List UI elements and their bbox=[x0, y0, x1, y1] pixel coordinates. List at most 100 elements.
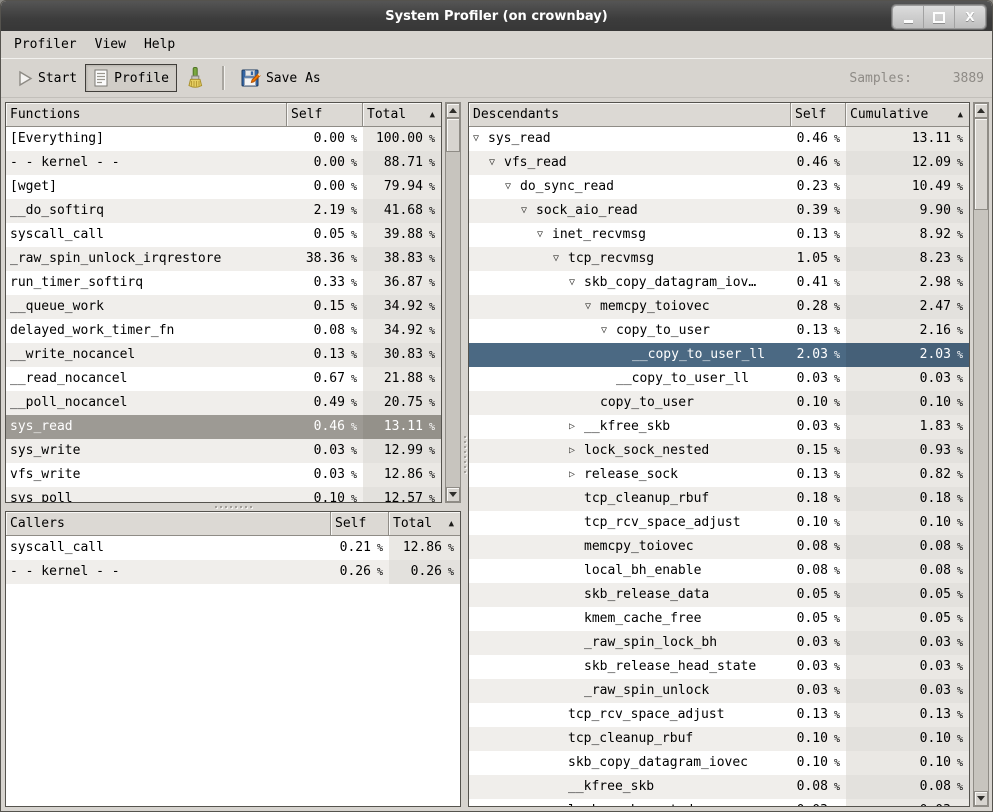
table-row[interactable]: vfs_write0.03 %12.86 % bbox=[6, 463, 441, 487]
table-row[interactable]: - - kernel - -0.26 %0.26 % bbox=[6, 560, 460, 584]
expander-open-icon[interactable]: ▽ bbox=[569, 271, 584, 295]
expander-open-icon[interactable]: ▽ bbox=[505, 175, 520, 199]
tree-row[interactable]: ▷lock_sock_nested0.15 %0.93 % bbox=[469, 439, 969, 463]
table-row[interactable]: syscall_call0.05 %39.88 % bbox=[6, 223, 441, 247]
table-row[interactable]: [wget]0.00 %79.94 % bbox=[6, 175, 441, 199]
profile-button[interactable]: Profile bbox=[85, 64, 177, 92]
menu-help[interactable]: Help bbox=[135, 34, 184, 55]
tree-row[interactable]: _raw_spin_lock_bh0.03 %0.03 % bbox=[469, 631, 969, 655]
total-percent-cell: 21.88 % bbox=[363, 367, 441, 391]
tree-row[interactable]: skb_release_head_state0.03 %0.03 % bbox=[469, 655, 969, 679]
scrollbar-thumb[interactable] bbox=[974, 118, 988, 210]
table-row[interactable]: sys_read0.46 %13.11 % bbox=[6, 415, 441, 439]
table-row[interactable]: - - kernel - -0.00 %88.71 % bbox=[6, 151, 441, 175]
expander-closed-icon[interactable]: ▷ bbox=[569, 463, 584, 487]
function-name-cell: ▷lock_sock_nested bbox=[469, 799, 791, 806]
maximize-button[interactable] bbox=[923, 6, 954, 28]
tree-row[interactable]: tcp_rcv_space_adjust0.13 %0.13 % bbox=[469, 703, 969, 727]
column-header-total[interactable]: Total▲ bbox=[363, 103, 441, 127]
tree-indent bbox=[473, 187, 505, 188]
tree-row[interactable]: __kfree_skb0.08 %0.08 % bbox=[469, 775, 969, 799]
percent-sign: % bbox=[423, 302, 435, 313]
column-header-descendants[interactable]: Descendants bbox=[469, 103, 791, 127]
start-button[interactable]: Start bbox=[9, 65, 85, 92]
tree-row[interactable]: ▽tcp_recvmsg1.05 %8.23 % bbox=[469, 247, 969, 271]
scroll-down-button[interactable] bbox=[974, 791, 988, 806]
expander-open-icon[interactable]: ▽ bbox=[489, 151, 504, 175]
self-percent-cell: 0.03 % bbox=[791, 679, 846, 703]
expander-open-icon[interactable]: ▽ bbox=[473, 127, 488, 151]
reset-button[interactable] bbox=[177, 62, 213, 94]
scroll-up-button[interactable] bbox=[974, 103, 988, 118]
tree-row[interactable]: __copy_to_user_ll0.03 %0.03 % bbox=[469, 367, 969, 391]
minimize-button[interactable] bbox=[893, 6, 923, 28]
tree-row[interactable]: ▷__kfree_skb0.03 %1.83 % bbox=[469, 415, 969, 439]
column-header-callers[interactable]: Callers bbox=[6, 512, 331, 536]
tree-row[interactable]: ▽do_sync_read0.23 %10.49 % bbox=[469, 175, 969, 199]
tree-row[interactable]: ▽memcpy_toiovec0.28 %2.47 % bbox=[469, 295, 969, 319]
function-name-cell: tcp_rcv_space_adjust bbox=[469, 511, 791, 535]
scrollbar-track[interactable] bbox=[974, 118, 988, 791]
table-row[interactable]: __do_softirq2.19 %41.68 % bbox=[6, 199, 441, 223]
table-row[interactable]: __read_nocancel0.67 %21.88 % bbox=[6, 367, 441, 391]
tree-row[interactable]: ▽sock_aio_read0.39 %9.90 % bbox=[469, 199, 969, 223]
column-header-total[interactable]: Total▲ bbox=[389, 512, 460, 536]
column-header-cumulative[interactable]: Cumulative▲ bbox=[846, 103, 969, 127]
tree-row[interactable]: ▷release_sock0.13 %0.82 % bbox=[469, 463, 969, 487]
table-row[interactable]: __poll_nocancel0.49 %20.75 % bbox=[6, 391, 441, 415]
column-header-self[interactable]: Self bbox=[331, 512, 389, 536]
menu-view[interactable]: View bbox=[86, 34, 135, 55]
expander-open-icon[interactable]: ▽ bbox=[585, 295, 600, 319]
tree-row[interactable]: ▽skb_copy_datagram_iov…0.41 %2.98 % bbox=[469, 271, 969, 295]
scroll-down-button[interactable] bbox=[446, 487, 460, 502]
close-button[interactable]: X bbox=[954, 6, 985, 28]
tree-row[interactable]: ▽copy_to_user0.13 %2.16 % bbox=[469, 319, 969, 343]
table-row[interactable]: sys_poll0.10 %12.57 % bbox=[6, 487, 441, 502]
expander-closed-icon[interactable]: ▷ bbox=[569, 415, 584, 439]
tree-row[interactable]: __copy_to_user_ll2.03 %2.03 % bbox=[469, 343, 969, 367]
function-name: _raw_spin_lock_bh bbox=[584, 631, 717, 655]
expander-open-icon[interactable]: ▽ bbox=[521, 199, 536, 223]
toolbar-separator bbox=[222, 66, 224, 90]
tree-row[interactable]: tcp_cleanup_rbuf0.18 %0.18 % bbox=[469, 487, 969, 511]
column-header-self[interactable]: Self bbox=[287, 103, 363, 127]
table-row[interactable]: __write_nocancel0.13 %30.83 % bbox=[6, 343, 441, 367]
tree-row[interactable]: ▷lock_sock_nested0.03 %0.03 % bbox=[469, 799, 969, 806]
table-row[interactable]: sys_write0.03 %12.99 % bbox=[6, 439, 441, 463]
table-row[interactable]: [Everything]0.00 %100.00 % bbox=[6, 127, 441, 151]
vertical-splitter[interactable] bbox=[461, 102, 468, 807]
save-as-button[interactable]: Save As bbox=[233, 63, 329, 93]
tree-row[interactable]: ▽sys_read0.46 %13.11 % bbox=[469, 127, 969, 151]
table-row[interactable]: _raw_spin_unlock_irqrestore38.36 %38.83 … bbox=[6, 247, 441, 271]
tree-row[interactable]: tcp_rcv_space_adjust0.10 %0.10 % bbox=[469, 511, 969, 535]
tree-row[interactable]: skb_copy_datagram_iovec0.10 %0.10 % bbox=[469, 751, 969, 775]
scrollbar-track[interactable] bbox=[446, 118, 460, 487]
expander-closed-icon[interactable]: ▷ bbox=[553, 799, 568, 806]
column-header-functions[interactable]: Functions bbox=[6, 103, 287, 127]
descendants-scrollbar[interactable] bbox=[973, 102, 989, 807]
tree-row[interactable]: skb_release_data0.05 %0.05 % bbox=[469, 583, 969, 607]
tree-row[interactable]: copy_to_user0.10 %0.10 % bbox=[469, 391, 969, 415]
table-row[interactable]: __queue_work0.15 %34.92 % bbox=[6, 295, 441, 319]
scroll-up-button[interactable] bbox=[446, 103, 460, 118]
menu-profiler[interactable]: Profiler bbox=[5, 34, 86, 55]
tree-row[interactable]: ▽inet_recvmsg0.13 %8.92 % bbox=[469, 223, 969, 247]
column-header-self[interactable]: Self bbox=[791, 103, 846, 127]
table-row[interactable]: syscall_call0.21 %12.86 % bbox=[6, 536, 460, 560]
expander-closed-icon[interactable]: ▷ bbox=[569, 439, 584, 463]
tree-row[interactable]: local_bh_enable0.08 %0.08 % bbox=[469, 559, 969, 583]
tree-row[interactable]: kmem_cache_free0.05 %0.05 % bbox=[469, 607, 969, 631]
expander-open-icon[interactable]: ▽ bbox=[537, 223, 552, 247]
tree-row[interactable]: ▽vfs_read0.46 %12.09 % bbox=[469, 151, 969, 175]
functions-scrollbar[interactable] bbox=[445, 102, 461, 503]
tree-row[interactable]: memcpy_toiovec0.08 %0.08 % bbox=[469, 535, 969, 559]
tree-row[interactable]: _raw_spin_unlock0.03 %0.03 % bbox=[469, 679, 969, 703]
percent-sign: % bbox=[345, 182, 357, 193]
horizontal-splitter[interactable] bbox=[5, 503, 461, 511]
scrollbar-thumb[interactable] bbox=[446, 118, 460, 152]
table-row[interactable]: run_timer_softirq0.33 %36.87 % bbox=[6, 271, 441, 295]
expander-open-icon[interactable]: ▽ bbox=[553, 247, 568, 271]
tree-row[interactable]: tcp_cleanup_rbuf0.10 %0.10 % bbox=[469, 727, 969, 751]
table-row[interactable]: delayed_work_timer_fn0.08 %34.92 % bbox=[6, 319, 441, 343]
expander-open-icon[interactable]: ▽ bbox=[601, 319, 616, 343]
